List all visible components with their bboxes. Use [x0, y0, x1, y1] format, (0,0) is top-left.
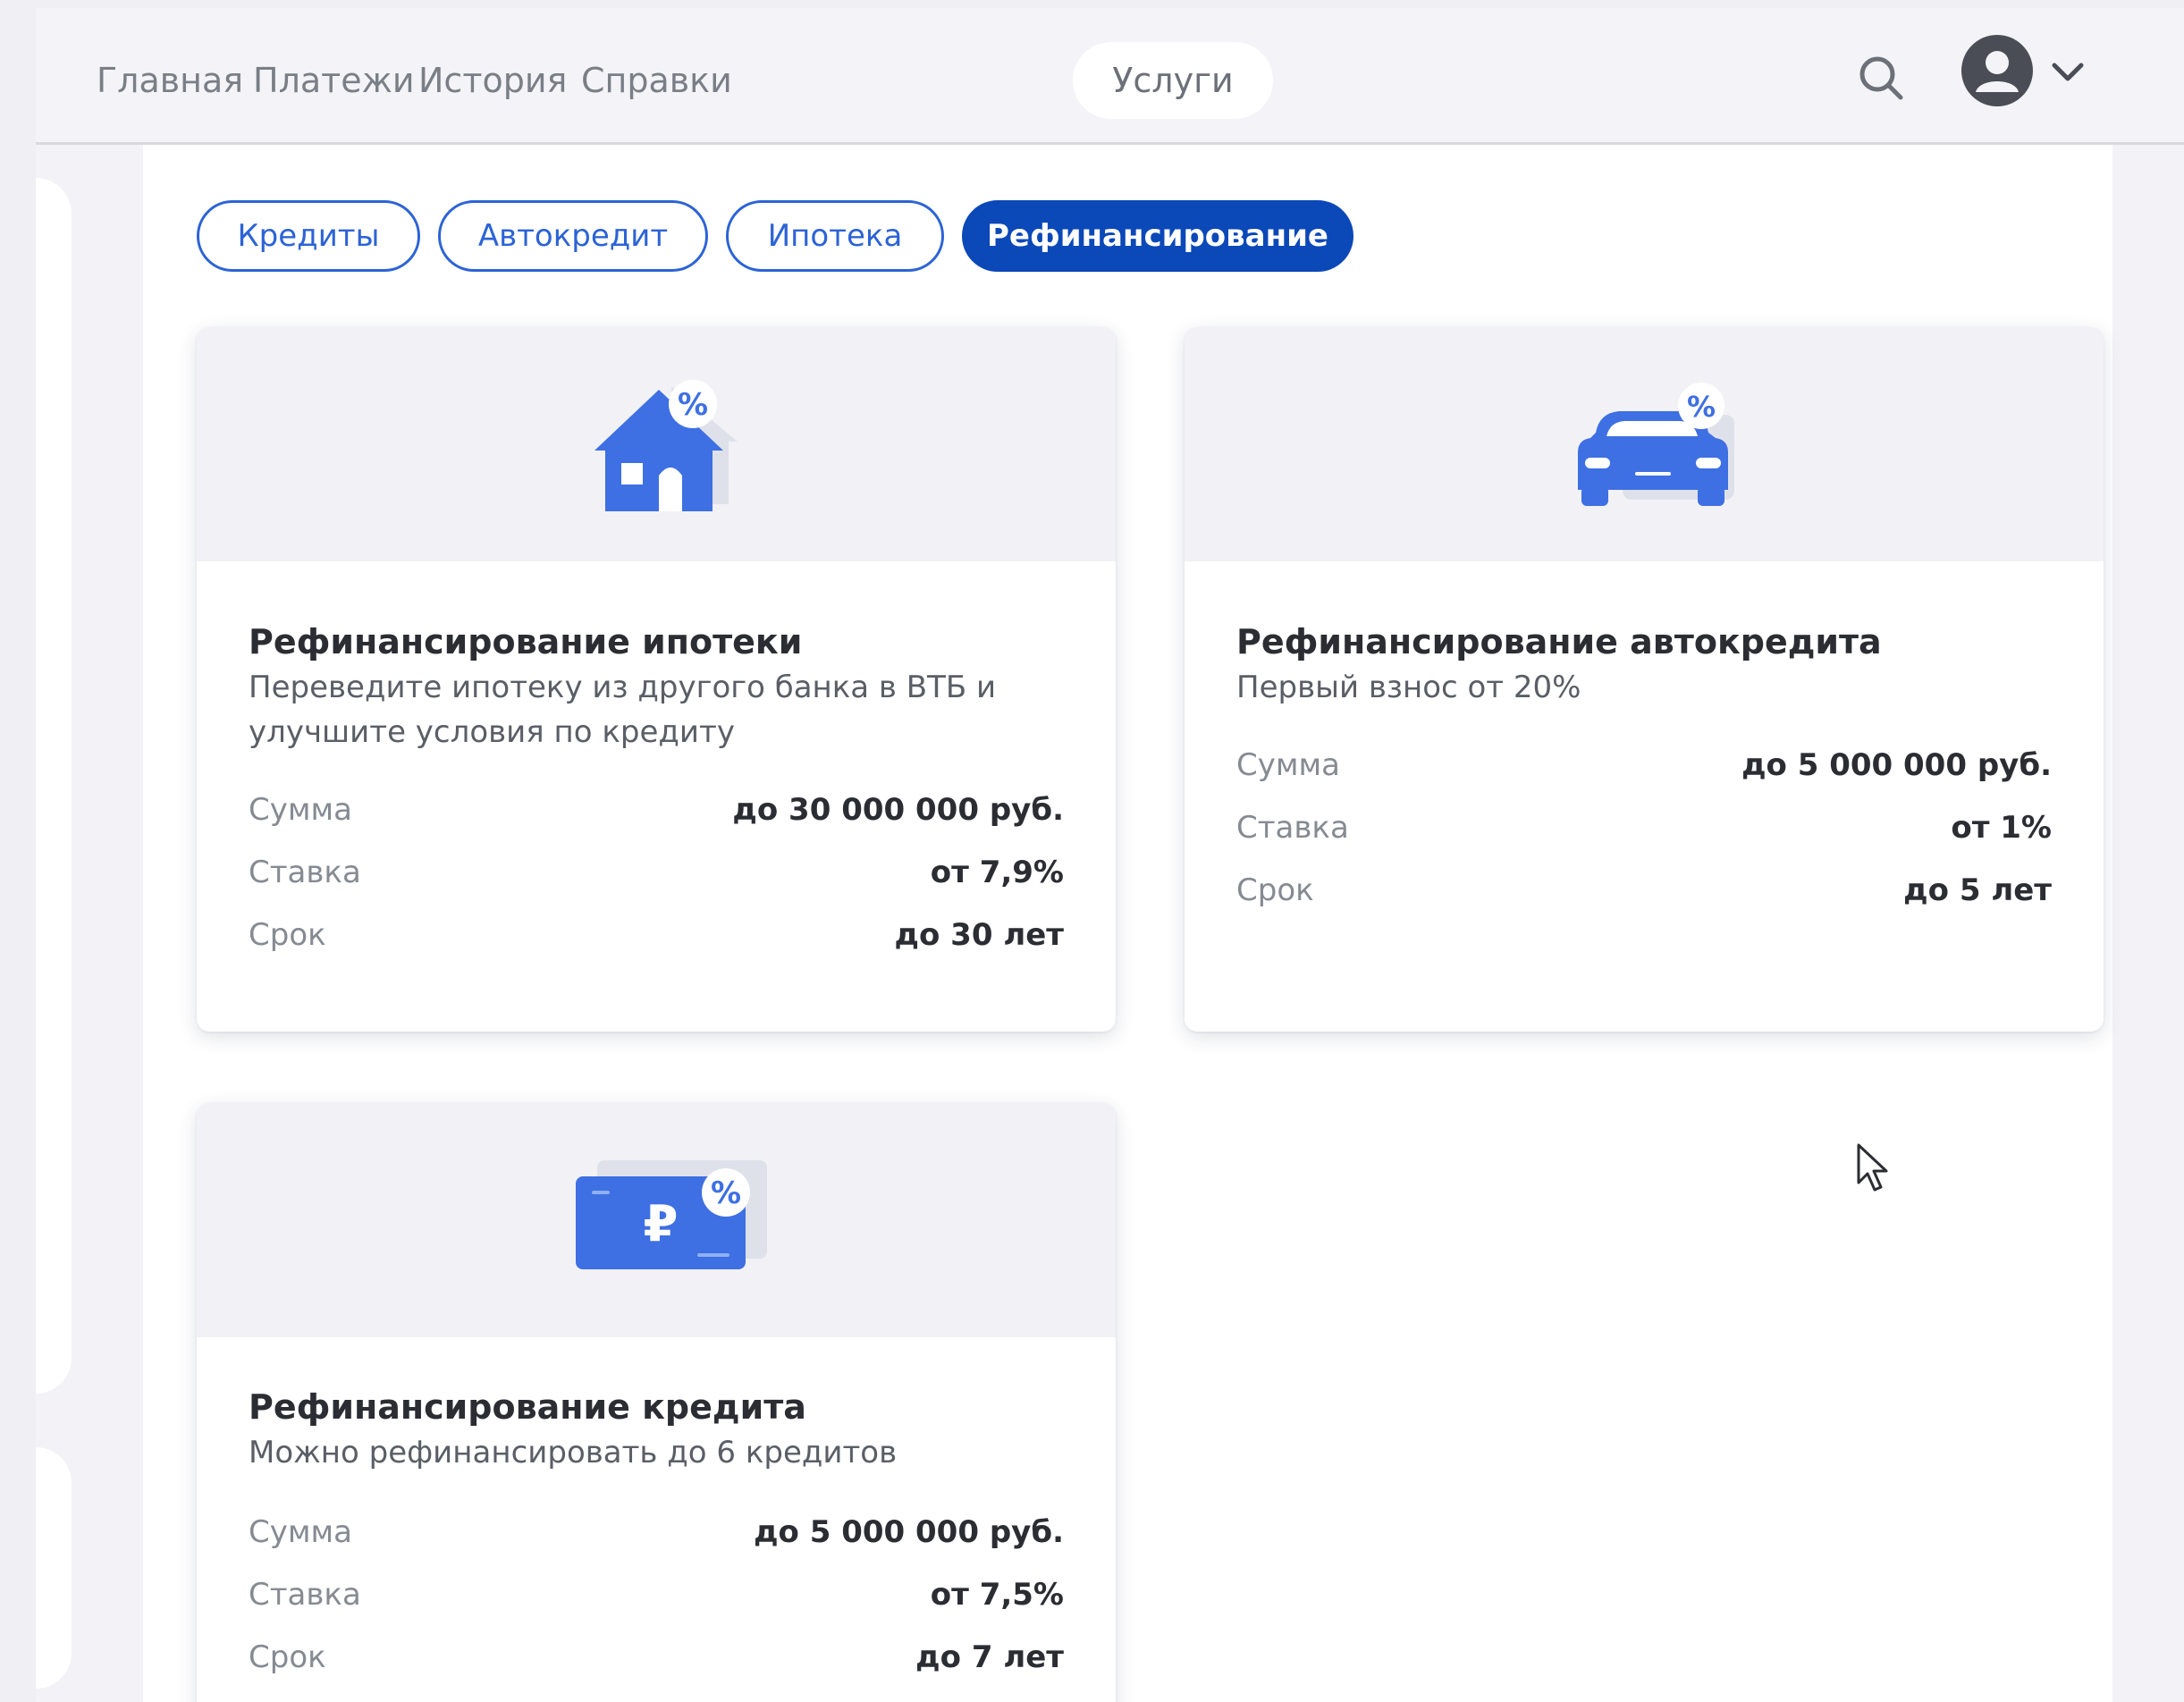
row-value: от 7,9%: [930, 855, 1064, 890]
offer-card-car-loan-refinancing[interactable]: % Рефинансирование автокредита Первый вз…: [1185, 327, 2104, 1032]
card-description: Переведите ипотеку из другого банка в ВТ…: [249, 670, 997, 750]
card-row-rate: Ставка от 7,5%: [249, 1577, 1064, 1622]
row-label: Сумма: [1236, 747, 1340, 783]
svg-text:%: %: [678, 387, 708, 423]
row-value: до 5 лет: [1903, 872, 2052, 908]
ruble-card-percent-icon: ₽ %: [576, 1160, 767, 1269]
row-label: Сумма: [249, 792, 352, 828]
row-label: Сумма: [249, 1514, 352, 1550]
row-label: Срок: [249, 917, 326, 953]
row-label: Ставка: [249, 1577, 361, 1613]
top-navigation: Главная Платежи История Справки Услуги: [36, 8, 2184, 145]
nav-item-services[interactable]: Услуги: [1073, 42, 1273, 119]
row-value: от 7,5%: [930, 1577, 1064, 1613]
nav-item-certificates[interactable]: Справки: [556, 42, 757, 119]
card-row-amount: Сумма до 5 000 000 руб.: [1236, 747, 2052, 792]
row-label: Ставка: [249, 855, 361, 890]
services-panel: Кредиты Автокредит Ипотека Рефинансирова…: [143, 145, 2112, 1702]
svg-text:%: %: [711, 1175, 741, 1211]
card-row-term: Срок до 5 лет: [1236, 872, 2052, 917]
card-description: Первый взнос от 20%: [1236, 670, 1581, 705]
card-description: Можно рефинансировать до 6 кредитов: [249, 1435, 898, 1470]
filter-credits[interactable]: Кредиты: [197, 200, 420, 272]
house-percent-icon: %: [594, 380, 738, 511]
car-percent-icon: %: [1578, 383, 1734, 506]
card-title: Рефинансирование кредита: [249, 1387, 806, 1427]
chevron-down-icon[interactable]: [2047, 55, 2088, 90]
offer-card-mortgage-refinancing[interactable]: % Рефинансирование ипотеки Переведите ип…: [197, 327, 1116, 1032]
card-row-rate: Ставка от 1%: [1236, 810, 2052, 855]
row-value: до 30 000 000 руб.: [732, 792, 1064, 828]
sidebar-panel-secondary: [36, 1447, 72, 1689]
card-row-rate: Ставка от 7,9%: [249, 855, 1064, 899]
mouse-cursor-icon: [1857, 1143, 1888, 1192]
sidebar-panel: [36, 178, 72, 1394]
card-row-term: Срок до 7 лет: [249, 1639, 1064, 1684]
search-icon[interactable]: [1851, 47, 1913, 110]
app-window: Главная Платежи История Справки Услуги К…: [36, 8, 2184, 1702]
card-row-amount: Сумма до 5 000 000 руб.: [249, 1514, 1064, 1559]
card-row-term: Срок до 30 лет: [249, 917, 1064, 962]
row-label: Ставка: [1236, 810, 1349, 846]
row-label: Срок: [1236, 872, 1314, 908]
user-icon[interactable]: [1960, 33, 2035, 108]
card-row-amount: Сумма до 30 000 000 руб.: [249, 792, 1064, 837]
offer-card-credit-refinancing[interactable]: ₽ % Рефинансирование кредита Можно рефин…: [197, 1103, 1116, 1702]
filter-car-loan[interactable]: Автокредит: [438, 200, 708, 272]
row-value: от 1%: [1951, 810, 2052, 846]
svg-text:₽: ₽: [644, 1195, 679, 1253]
row-value: до 30 лет: [894, 917, 1064, 953]
row-value: до 7 лет: [915, 1639, 1064, 1675]
card-title: Рефинансирование автокредита: [1236, 622, 1882, 661]
filter-mortgage[interactable]: Ипотека: [726, 200, 944, 272]
svg-text:%: %: [1687, 390, 1716, 424]
filter-refinancing[interactable]: Рефинансирование: [962, 200, 1353, 272]
row-value: до 5 000 000 руб.: [1741, 747, 2052, 783]
row-value: до 5 000 000 руб.: [754, 1514, 1064, 1550]
row-label: Срок: [249, 1639, 326, 1675]
card-title: Рефинансирование ипотеки: [249, 622, 803, 661]
